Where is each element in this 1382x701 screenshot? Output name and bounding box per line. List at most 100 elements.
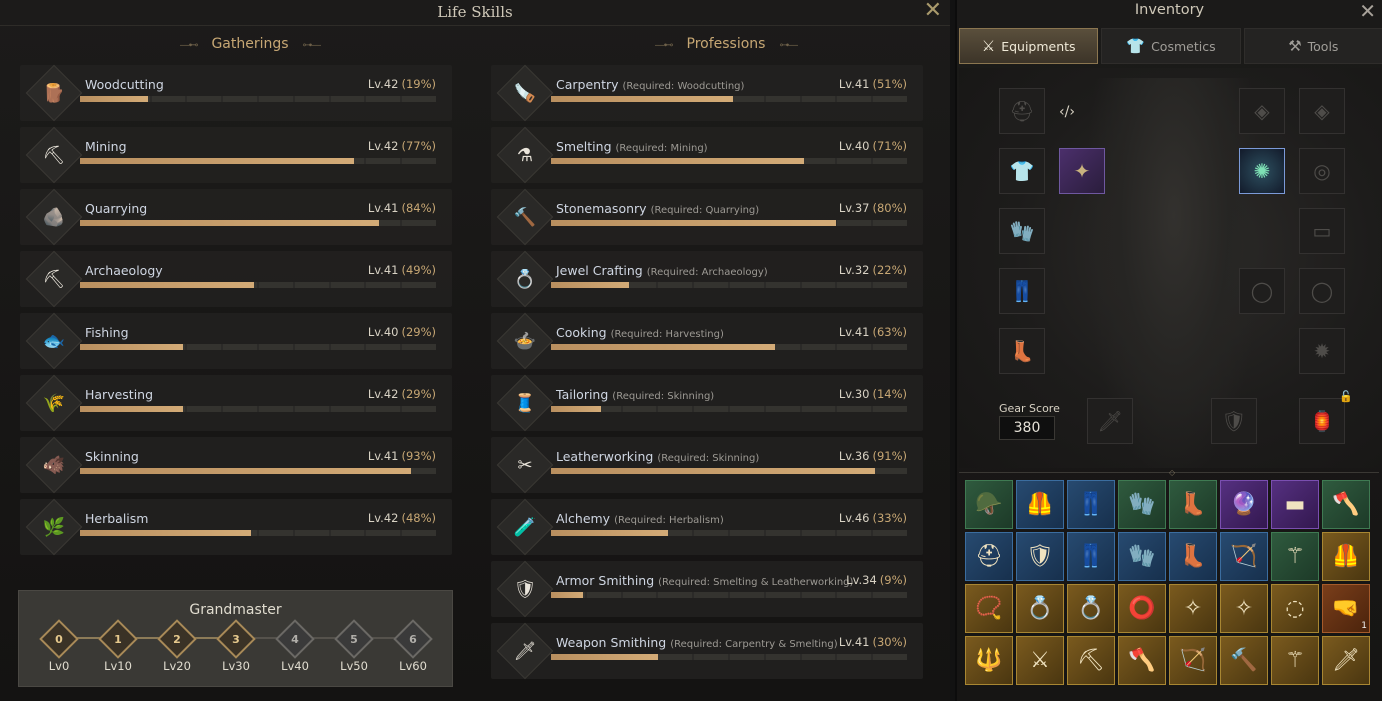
inventory-item-armored-boots[interactable]: 👢 bbox=[1169, 480, 1217, 529]
close-icon[interactable]: ✕ bbox=[1359, 0, 1376, 22]
inventory-item-gold-bracelet[interactable]: ◌ bbox=[1271, 584, 1319, 633]
skill-progress-bar bbox=[551, 158, 907, 164]
tier-badge-6-icon[interactable]: 6 bbox=[393, 619, 433, 659]
gathering-row-5[interactable]: 🌾 Harvesting Lv.42 (29%) bbox=[20, 374, 452, 432]
inventory-item-armor-leggings[interactable]: 👖 bbox=[1067, 480, 1115, 529]
skill-progress-bar bbox=[80, 530, 436, 536]
skill-progress-bar bbox=[80, 468, 436, 474]
inventory-item-gold-helmet[interactable]: ⛑ bbox=[965, 532, 1013, 581]
inventory-item-scythe[interactable]: ⚔ bbox=[1016, 636, 1064, 685]
bar-segment bbox=[366, 158, 401, 164]
pants-slot[interactable]: 👖 bbox=[999, 268, 1045, 314]
inventory-item-belt[interactable]: ▬ bbox=[1271, 480, 1319, 529]
inventory-item-gold-armor[interactable]: 🦺 bbox=[1322, 532, 1370, 581]
tier-badge-5-icon[interactable]: 5 bbox=[334, 619, 374, 659]
inventory-item-gold-leggings[interactable]: 👖 bbox=[1067, 532, 1115, 581]
inventory-item-earring-2[interactable]: ✧ bbox=[1220, 584, 1268, 633]
lock-icon[interactable]: 🔓 bbox=[1339, 390, 1353, 403]
inventory-item-crossbow[interactable]: 🏹 bbox=[1220, 532, 1268, 581]
ring-slot-2[interactable]: ◯ bbox=[1299, 268, 1345, 314]
tab-cosmetics[interactable]: 👕 Cosmetics bbox=[1101, 28, 1241, 64]
amulet-slot[interactable]: ✺ bbox=[1239, 148, 1285, 194]
close-icon[interactable]: ✕ bbox=[924, 0, 942, 22]
swap-gear-icon[interactable]: ‹/› bbox=[1059, 104, 1075, 120]
bracelet-slot[interactable]: ✹ bbox=[1299, 328, 1345, 374]
gathering-row-7[interactable]: 🌿 Herbalism Lv.42 (48%) bbox=[20, 498, 452, 556]
inventory-item-gem-necklace[interactable]: 📿 bbox=[965, 584, 1013, 633]
profession-row-9[interactable]: 🗡 Weapon Smithing (Required: Carpentry & S… bbox=[491, 622, 923, 680]
inventory-item-gold-boots[interactable]: 👢 bbox=[1169, 532, 1217, 581]
inventory-item-leather-hood[interactable]: 🪖 bbox=[965, 480, 1013, 529]
profession-row-8[interactable]: 🛡 Armor Smithing (Required: Smelting & Lea… bbox=[491, 560, 923, 618]
tier-badge-4-icon[interactable]: 4 bbox=[275, 619, 315, 659]
bar-segment bbox=[258, 282, 293, 288]
tier-badge-0-icon[interactable]: 0 bbox=[39, 619, 79, 659]
skill-level-percent: (93%) bbox=[401, 449, 436, 463]
profession-row-5[interactable]: 🧵 Tailoring (Required: Skinning) Lv.30 (14%) bbox=[491, 374, 923, 432]
inventory-item-fire-ring[interactable]: 💍 bbox=[1016, 584, 1064, 633]
inventory-item-staff[interactable]: ⚚ bbox=[1271, 532, 1319, 581]
profession-row-2[interactable]: 🔨 Stonemasonry (Required: Quarrying) Lv.37(… bbox=[491, 188, 923, 246]
profession-row-0[interactable]: 🪚 Carpentry (Required: Woodcutting) Lv.41 (5… bbox=[491, 64, 923, 122]
tier-badge-1-icon[interactable]: 1 bbox=[98, 619, 138, 659]
inventory-item-battle-axe[interactable]: 🪓 bbox=[1322, 480, 1370, 529]
gathering-row-0[interactable]: 🪵 Woodcutting Lv.42 (19%) bbox=[20, 64, 452, 122]
bar-segment bbox=[402, 530, 436, 536]
inventory-item-golden-gauntlet[interactable]: 🤜 1 bbox=[1322, 584, 1370, 633]
trinket-slot-2[interactable]: ◈ bbox=[1299, 88, 1345, 134]
profession-row-3[interactable]: 💍 Jewel Crafting (Required: Archaeology) Lv… bbox=[491, 250, 923, 308]
gathering-row-4[interactable]: 🐟 Fishing Lv.40 (29%) bbox=[20, 312, 452, 370]
bar-segment bbox=[837, 282, 872, 288]
skill-level-value: Lv.41 bbox=[838, 77, 870, 91]
gathering-row-6[interactable]: 🐗 Skinning Lv.41 (93%) bbox=[20, 436, 452, 494]
chest-slot[interactable]: 👕 bbox=[999, 148, 1045, 194]
inventory-item-fire-ring-2[interactable]: 💍 bbox=[1067, 584, 1115, 633]
profession-row-7[interactable]: 🧪 Alchemy (Required: Herbalism) Lv.46 (33%) bbox=[491, 498, 923, 556]
skill-level-value: Lv.32 bbox=[838, 263, 870, 277]
skill-level-value: Lv.41 bbox=[367, 263, 399, 277]
tier-badge-2-icon[interactable]: 2 bbox=[157, 619, 197, 659]
tab-tools[interactable]: ⚒ Tools bbox=[1243, 28, 1382, 64]
inventory-item-ornate-amulet[interactable]: 🔮 bbox=[1220, 480, 1268, 529]
main-weapon-slot[interactable]: 🗡 bbox=[1087, 398, 1133, 444]
offhand-slot[interactable]: 🛡 bbox=[1211, 398, 1257, 444]
inventory-item-golden-bow[interactable]: 🏹 bbox=[1169, 636, 1217, 685]
tab-equipments[interactable]: ⚔ Equipments bbox=[959, 28, 1099, 64]
helmet-slot-icon: ⛑ bbox=[1009, 99, 1035, 123]
bar-segment bbox=[402, 96, 436, 102]
inventory-item-earring[interactable]: ✧ bbox=[1169, 584, 1217, 633]
gloves-slot[interactable]: 🧤 bbox=[999, 208, 1045, 254]
profession-row-1[interactable]: ⚗ Smelting (Required: Mining) Lv.40 (71%) bbox=[491, 126, 923, 184]
belt-slot[interactable]: ▭ bbox=[1299, 208, 1345, 254]
gem-necklace-icon: 📿 bbox=[975, 596, 1003, 621]
inventory-item-golden-spear[interactable]: 🔱 bbox=[965, 636, 1013, 685]
inventory-item-gem-bracelet[interactable]: ⭕ bbox=[1118, 584, 1166, 633]
inventory-item-gold-gauntlets[interactable]: 🧤 bbox=[1118, 532, 1166, 581]
trinket-slot-1[interactable]: ◈ bbox=[1239, 88, 1285, 134]
boots-slot[interactable]: 👢 bbox=[999, 328, 1045, 374]
lantern-slot[interactable]: 🏮 bbox=[1299, 398, 1345, 444]
earring-slot[interactable]: ◎ bbox=[1299, 148, 1345, 194]
skill-level-percent: (14%) bbox=[872, 387, 907, 401]
bar-segment bbox=[801, 282, 836, 288]
gathering-row-1[interactable]: ⛏ Mining Lv.42 (77%) bbox=[20, 126, 452, 184]
skill-progress-fill bbox=[80, 406, 184, 412]
inventory-item-curved-blade[interactable]: 🗡 bbox=[1322, 636, 1370, 685]
gathering-row-2[interactable]: 🪨 Quarrying Lv.41 (84%) bbox=[20, 188, 452, 246]
tier-badge-3-icon[interactable]: 3 bbox=[216, 619, 256, 659]
gathering-row-3[interactable]: ⛏ Archaeology Lv.41 (49%) bbox=[20, 250, 452, 308]
inventory-item-gold-chestplate[interactable]: 🛡 bbox=[1016, 532, 1064, 581]
inventory-item-ornate-staff[interactable]: ⚚ bbox=[1271, 636, 1319, 685]
inventory-item-armor-chest[interactable]: 🦺 bbox=[1016, 480, 1064, 529]
ring-slot-1[interactable]: ◯ bbox=[1239, 268, 1285, 314]
cloak-slot[interactable]: ✦ bbox=[1059, 148, 1105, 194]
inventory-item-double-axe[interactable]: 🪓 bbox=[1118, 636, 1166, 685]
inventory-item-war-hammer[interactable]: 🔨 bbox=[1220, 636, 1268, 685]
inventory-item-crossed-gauntlets[interactable]: 🧤 bbox=[1118, 480, 1166, 529]
profession-row-6[interactable]: ✂ Leatherworking (Required: Skinning) Lv.36… bbox=[491, 436, 923, 494]
inventory-item-pickaxe[interactable]: ⛏ bbox=[1067, 636, 1115, 685]
profession-row-4[interactable]: 🍲 Cooking (Required: Harvesting) Lv.41 (63%) bbox=[491, 312, 923, 370]
helmet-slot[interactable]: ⛑ bbox=[999, 88, 1045, 134]
cooking-icon-glyph: 🍲 bbox=[513, 330, 537, 352]
bar-segment bbox=[402, 282, 436, 288]
